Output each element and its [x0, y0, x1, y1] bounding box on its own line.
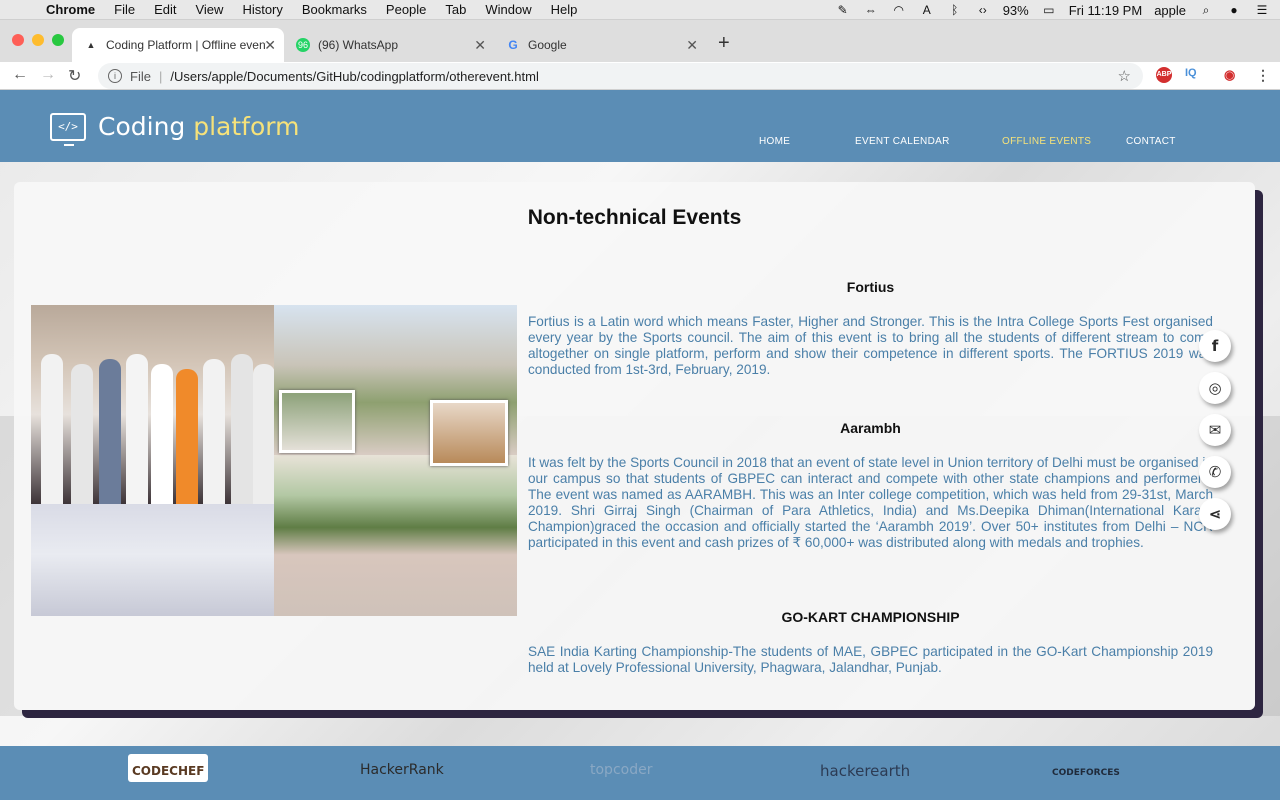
notification-center-icon[interactable]: ☰ — [1254, 3, 1270, 17]
whatsapp-icon: 96 — [296, 38, 310, 52]
code-icon[interactable]: ‹› — [975, 3, 991, 17]
menu-help[interactable]: Help — [551, 2, 578, 17]
event-description: It was felt by the Sports Council in 201… — [528, 455, 1213, 550]
brand-name: Coding platform — [98, 112, 299, 141]
forward-arrow-icon[interactable]: → — [40, 66, 56, 84]
spotlight-search-icon[interactable]: ⌕ — [1198, 3, 1214, 17]
teamviewer-icon[interactable]: ⇔ — [863, 3, 879, 17]
event-aarambh: Aarambh It was felt by the Sports Counci… — [528, 420, 1213, 551]
event-title: Fortius — [846, 279, 895, 295]
nav-offline-events[interactable]: OFFLINE EVENTS — [1002, 136, 1091, 147]
browser-tab-strip: ▲ Coding Platform | Offline event ✕ 96 (… — [0, 20, 1280, 62]
menu-people[interactable]: People — [386, 2, 426, 17]
menu-file[interactable]: File — [114, 2, 135, 17]
adblock-plus-icon[interactable]: ABP — [1156, 67, 1172, 83]
event-fortius: Fortius Fortius is a Latin word which me… — [528, 279, 1213, 378]
url-scheme: File — [130, 68, 151, 84]
event-description: SAE India Karting Championship-The stude… — [528, 644, 1213, 675]
web-page: </> Coding platform HOME EVENT CALENDAR … — [0, 90, 1280, 800]
inset-carrom-photo — [430, 400, 508, 466]
event-photo-collage — [31, 305, 517, 616]
event-title: GO-KART CHAMPIONSHIP — [781, 609, 960, 625]
extension-icon[interactable]: ✎ — [835, 3, 851, 17]
topcoder-logo[interactable]: topcoder — [590, 762, 652, 778]
menu-view[interactable]: View — [195, 2, 223, 17]
instagram-icon[interactable]: ◎ — [1199, 372, 1231, 404]
back-arrow-icon[interactable]: ← — [12, 66, 28, 84]
tab-google[interactable]: G Google ✕ — [494, 28, 706, 62]
share-icon[interactable]: ⋖ — [1199, 498, 1231, 530]
battery-icon[interactable]: ▭ — [1041, 3, 1057, 17]
iq-extension-icon[interactable]: IQ — [1185, 67, 1197, 79]
social-share-bar: f ◎ ✉ ✆ ⋖ — [1199, 330, 1231, 530]
chrome-menu-icon[interactable]: ⋮ — [1256, 67, 1270, 84]
indoor-sports-photo — [31, 504, 274, 616]
tab-label: Coding Platform | Offline event — [106, 38, 266, 52]
menu-tab[interactable]: Tab — [445, 2, 466, 17]
menu-window[interactable]: Window — [485, 2, 531, 17]
address-bar[interactable]: i File | /Users/apple/Documents/GitHub/c… — [98, 63, 1143, 89]
google-icon: G — [508, 38, 518, 52]
tab-coding-platform[interactable]: ▲ Coding Platform | Offline event ✕ — [72, 28, 284, 62]
siri-icon[interactable]: ● — [1226, 3, 1242, 17]
minimize-window-button[interactable] — [32, 34, 44, 46]
user-name[interactable]: apple — [1154, 3, 1186, 18]
close-tab-icon[interactable]: ✕ — [686, 37, 698, 54]
tab-whatsapp[interactable]: 96 (96) WhatsApp ✕ — [284, 28, 494, 62]
browser-toolbar: ← → ↻ i File | /Users/apple/Documents/Gi… — [0, 62, 1280, 90]
clock[interactable]: Fri 11:19 PM — [1069, 3, 1142, 18]
whatsapp-icon[interactable]: ✆ — [1199, 456, 1231, 488]
close-tab-icon[interactable]: ✕ — [474, 37, 486, 54]
menu-bookmarks[interactable]: Bookmarks — [302, 2, 367, 17]
hackerearth-logo[interactable]: hackerearth — [820, 762, 910, 780]
mail-icon[interactable]: ✉ — [1199, 414, 1231, 446]
facebook-icon[interactable]: f — [1199, 330, 1231, 362]
battery-percent[interactable]: 93% — [1003, 3, 1029, 18]
site-footer: CODECHEF HackerRank topcoder hackerearth… — [0, 746, 1280, 800]
menu-app-name[interactable]: Chrome — [46, 2, 95, 17]
url-divider: | — [158, 68, 163, 84]
site-header: </> Coding platform HOME EVENT CALENDAR … — [0, 90, 1280, 162]
event-title: Aarambh — [840, 420, 901, 436]
brand-accent: platform — [193, 112, 300, 141]
reload-icon[interactable]: ↻ — [68, 66, 81, 86]
events-card: Non-technical Events Fortius Fortius is … — [14, 182, 1255, 710]
wifi-icon[interactable]: ◠ — [891, 3, 907, 17]
event-go-kart: GO-KART CHAMPIONSHIP SAE India Karting C… — [528, 609, 1213, 676]
menu-edit[interactable]: Edit — [154, 2, 176, 17]
tab-label: Google — [528, 38, 567, 52]
tab-label: (96) WhatsApp — [318, 38, 399, 52]
extension-cow-icon[interactable]: ◉ — [1224, 67, 1235, 83]
codechef-logo[interactable]: CODECHEF — [128, 754, 209, 782]
event-description: Fortius is a Latin word which means Fast… — [528, 314, 1213, 377]
input-source-icon[interactable]: A — [919, 3, 935, 17]
info-icon[interactable]: i — [108, 69, 122, 83]
monitor-code-icon: </> — [50, 112, 86, 146]
bookmark-star-icon[interactable]: ☆ — [1118, 67, 1131, 85]
url-text[interactable]: /Users/apple/Documents/GitHub/codingplat… — [170, 69, 539, 84]
inset-field-photo — [279, 390, 355, 453]
campus-court-photo — [274, 455, 517, 616]
new-tab-button[interactable]: + — [718, 32, 730, 55]
brand-main: Coding — [98, 112, 194, 141]
codeforces-logo[interactable]: CODEFORCES — [1052, 768, 1120, 778]
bluetooth-icon[interactable]: ᛒ — [947, 3, 963, 17]
menu-bar-status-area: ✎ ⇔ ◠ A ᛒ ‹› 93% ▭ Fri 11:19 PM apple ⌕ … — [835, 0, 1270, 20]
nav-contact[interactable]: CONTACT — [1126, 136, 1176, 147]
hackerrank-logo[interactable]: HackerRank — [360, 762, 444, 778]
close-tab-icon[interactable]: ✕ — [264, 37, 276, 54]
site-logo[interactable]: </> Coding platform — [50, 112, 299, 146]
nav-home[interactable]: HOME — [759, 136, 790, 147]
fullscreen-window-button[interactable] — [52, 34, 64, 46]
menu-history[interactable]: History — [242, 2, 282, 17]
code-favicon-icon: ▲ — [86, 40, 96, 50]
team-group-photo — [31, 305, 274, 504]
nav-event-calendar[interactable]: EVENT CALENDAR — [855, 136, 950, 147]
macos-menu-bar: Chrome File Edit View History Bookmarks … — [0, 0, 1280, 20]
window-controls — [12, 34, 64, 46]
page-heading: Non-technical Events — [527, 206, 742, 229]
close-window-button[interactable] — [12, 34, 24, 46]
